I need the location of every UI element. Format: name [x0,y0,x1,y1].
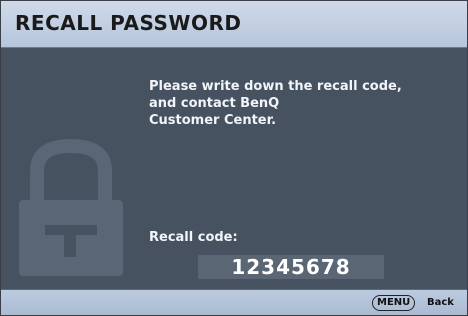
menu-key-button[interactable]: MENU [372,295,416,311]
dialog-body: Please write down the recall code, and c… [1,48,467,288]
footer-bar: MENU Back [1,289,467,315]
recall-password-dialog: RECALL PASSWORD Please write down the re… [0,0,468,316]
title-bar: RECALL PASSWORD [1,1,467,48]
dialog-title: RECALL PASSWORD [15,11,242,35]
back-label: Back [427,297,454,308]
message-line: Customer Center. [149,113,277,128]
recall-code-box: 12345678 [198,255,384,279]
message-line: and contact BenQ [149,96,280,111]
recall-code-value: 12345678 [231,255,351,279]
lock-icon [19,138,123,276]
recall-code-label: Recall code: [149,230,238,245]
message-line: Please write down the recall code, [149,79,402,94]
instruction-message: Please write down the recall code, and c… [149,78,449,129]
